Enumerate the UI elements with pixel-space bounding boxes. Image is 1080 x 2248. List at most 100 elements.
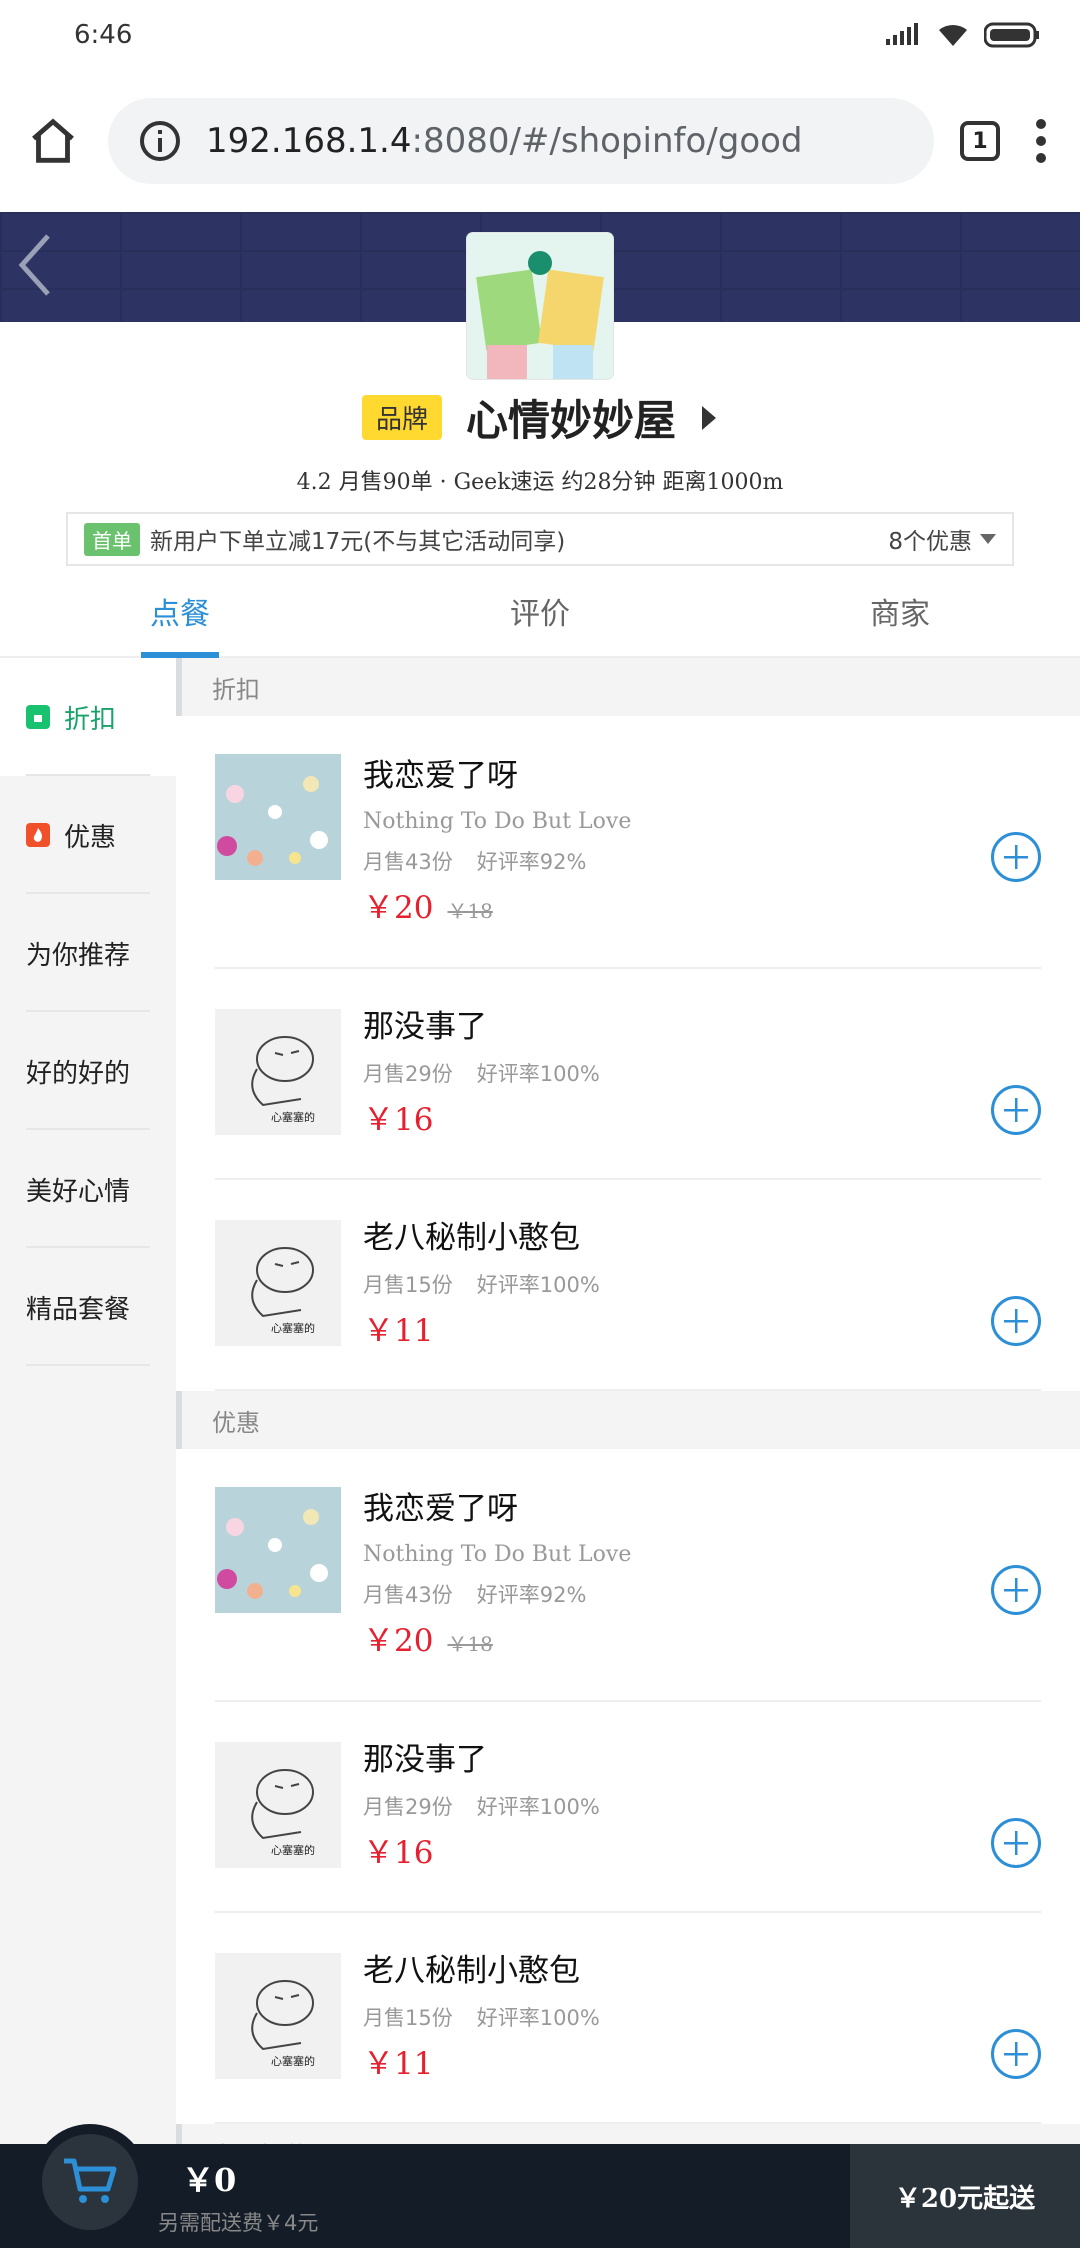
browser-toolbar: 192.168.1.4:8080/#/shopinfo/good 1 <box>0 70 1080 212</box>
add-to-cart-button[interactable] <box>991 1296 1041 1346</box>
discount-tag-icon <box>26 705 50 729</box>
food-image <box>215 754 341 880</box>
food-price: ￥16 <box>363 1835 434 1871</box>
sidebar-item-combo[interactable]: 精品套餐 <box>0 1248 176 1366</box>
plus-icon <box>1004 1831 1028 1855</box>
promo-count[interactable]: 8个优惠 <box>888 522 996 556</box>
shop-logo-image <box>467 233 613 379</box>
food-sales: 月售43份 <box>363 1583 453 1607</box>
food-price: ￥20 <box>363 890 434 926</box>
food-image-caption: 心塞塞的 <box>271 2054 315 2068</box>
url-host: 192.168.1.4 <box>206 121 412 161</box>
tab-reviews[interactable]: 评价 <box>360 566 720 656</box>
status-time: 6:46 <box>74 20 133 50</box>
food-image: 心塞塞的 <box>215 1953 341 2079</box>
food-stats: 月售29份 好评率100% <box>363 1058 600 1088</box>
shop-name[interactable]: 心情妙妙屋 <box>466 387 676 448</box>
status-bar: 6:46 <box>0 0 1080 70</box>
caret-right-icon[interactable] <box>700 404 718 432</box>
url-path: :8080/#/shopinfo/good <box>411 121 803 161</box>
food-info: 老八秘制小憨包 月售15份 好评率100% ￥11 <box>363 1212 600 1350</box>
section-header: 优惠 <box>176 1391 1080 1449</box>
add-to-cart-button[interactable] <box>991 1085 1041 1135</box>
shop-title-row: 品牌 心情妙妙屋 <box>0 387 1080 448</box>
food-stats: 月售29份 好评率100% <box>363 1791 600 1821</box>
plus-icon <box>1004 1578 1028 1602</box>
food-item: 我恋爱了呀 Nothing To Do But Love 月售43份 好评率92%… <box>215 1449 1041 1702</box>
food-name: 我恋爱了呀 <box>363 758 518 794</box>
add-to-cart-button[interactable] <box>991 1565 1041 1615</box>
food-image-caption: 心塞塞的 <box>271 1843 315 1857</box>
food-menu[interactable]: 折扣 我恋爱了呀 Nothing To Do But Love 月售43份 好评率… <box>176 658 1080 2160</box>
info-icon[interactable] <box>138 119 182 163</box>
food-info: 老八秘制小憨包 月售15份 好评率100% ￥11 <box>363 1945 600 2083</box>
signal-icon <box>886 23 918 45</box>
food-name: 我恋爱了呀 <box>363 1491 518 1527</box>
food-price: ￥20 <box>363 1623 434 1659</box>
url-text[interactable]: 192.168.1.4:8080/#/shopinfo/good <box>206 121 803 161</box>
food-sales: 月售29份 <box>363 1795 453 1819</box>
checkout-button[interactable]: ￥20元起送 <box>850 2144 1080 2248</box>
cart-icon <box>64 2158 117 2203</box>
food-item: 我恋爱了呀 Nothing To Do But Love 月售43份 好评率92%… <box>215 716 1041 969</box>
more-menu-icon[interactable] <box>1026 116 1056 166</box>
sidebar-item-label: 优惠 <box>64 822 117 853</box>
tab-switcher-button[interactable]: 1 <box>960 121 1000 161</box>
category-sidebar: 折扣 优惠 为你推荐 好的好的 美好心情 精品套餐 <box>0 658 176 2160</box>
food-sales: 月售43份 <box>363 850 453 874</box>
food-image-caption: 心塞塞的 <box>271 1110 315 1124</box>
flame-icon <box>26 823 50 847</box>
food-price-row: ￥20 ￥18 <box>363 1615 631 1660</box>
food-sales: 月售15份 <box>363 2006 453 2030</box>
food-price: ￥16 <box>363 1102 434 1138</box>
food-info: 那没事了 月售29份 好评率100% ￥16 <box>363 1001 600 1139</box>
food-stats: 月售15份 好评率100% <box>363 2002 600 2032</box>
food-sales: 月售15份 <box>363 1273 453 1297</box>
food-info: 那没事了 月售29份 好评率100% ￥16 <box>363 1734 600 1872</box>
food-rating: 好评率92% <box>476 850 587 874</box>
food-name: 老八秘制小憨包 <box>363 1953 580 1989</box>
food-rating: 好评率100% <box>476 1795 600 1819</box>
sidebar-item-recommended[interactable]: 为你推荐 <box>0 894 176 1012</box>
food-image: 心塞塞的 <box>215 1220 341 1346</box>
food-item: 心塞塞的 那没事了 月售29份 好评率100% ￥16 <box>215 969 1041 1180</box>
back-arrow-icon[interactable] <box>14 230 54 300</box>
address-bar[interactable]: 192.168.1.4:8080/#/shopinfo/good <box>108 98 934 184</box>
food-rating: 好评率92% <box>476 1583 587 1607</box>
sidebar-item-good-mood[interactable]: 美好心情 <box>0 1130 176 1248</box>
food-item: 心塞塞的 老八秘制小憨包 月售15份 好评率100% ￥11 <box>215 1913 1041 2124</box>
battery-icon <box>984 22 1039 48</box>
shop-meta: 4.2 月售90单 · Geek速运 约28分钟 距离1000m <box>296 470 784 495</box>
cart-total: ￥0 <box>182 2161 237 2199</box>
status-icons <box>886 22 1040 48</box>
add-to-cart-button[interactable] <box>991 832 1041 882</box>
delivery-fee: 另需配送费￥4元 <box>158 2211 319 2235</box>
promo-banner[interactable]: 首单 新用户下单立减17元(不与其它活动同享) 8个优惠 <box>66 512 1014 566</box>
food-price: ￥11 <box>363 1313 434 1349</box>
food-item: 心塞塞的 老八秘制小憨包 月售15份 好评率100% ￥11 <box>215 1180 1041 1391</box>
home-icon[interactable] <box>24 112 82 170</box>
shop-tabs: 点餐 评价 商家 <box>0 566 1080 658</box>
promo-text: 新用户下单立减17元(不与其它活动同享) <box>150 529 566 555</box>
sidebar-item-discount[interactable]: 折扣 <box>0 658 176 776</box>
caret-down-icon <box>980 534 996 544</box>
sidebar-item-promotion[interactable]: 优惠 <box>0 776 176 894</box>
food-stats: 月售43份 好评率92% <box>363 846 631 876</box>
tab-order[interactable]: 点餐 <box>0 566 360 656</box>
food-name: 那没事了 <box>363 1742 487 1778</box>
tab-merchant[interactable]: 商家 <box>720 566 1080 656</box>
cart-button[interactable] <box>32 2124 148 2240</box>
food-price-row: ￥20 ￥18 <box>363 882 631 927</box>
sidebar-item-label: 折扣 <box>64 704 117 735</box>
plus-icon <box>1004 845 1028 869</box>
add-to-cart-button[interactable] <box>991 2029 1041 2079</box>
sidebar-item-good[interactable]: 好的好的 <box>0 1012 176 1130</box>
add-to-cart-button[interactable] <box>991 1818 1041 1868</box>
food-name: 老八秘制小憨包 <box>363 1220 580 1256</box>
food-description: Nothing To Do But Love <box>363 1542 632 1567</box>
menu-content: 折扣 优惠 为你推荐 好的好的 美好心情 精品套餐 折扣 我恋爱了呀 Nothi… <box>0 658 1080 2160</box>
food-stats: 月售43份 好评率92% <box>363 1579 631 1609</box>
first-order-badge: 首单 <box>84 522 140 556</box>
section-header: 折扣 <box>176 658 1080 716</box>
food-image: 心塞塞的 <box>215 1742 341 1868</box>
